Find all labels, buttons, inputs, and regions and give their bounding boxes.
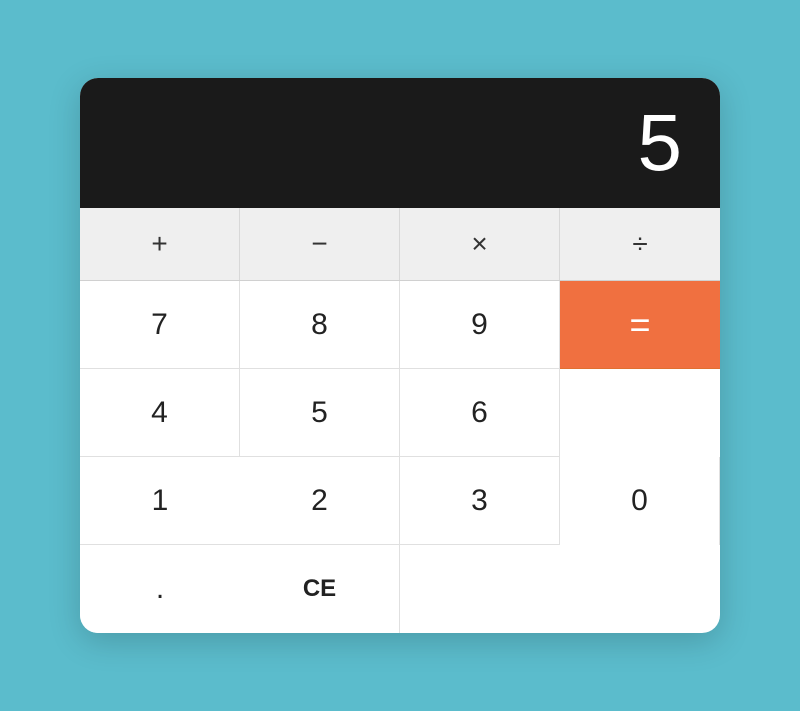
- display-panel: 5: [80, 78, 720, 208]
- ce-button[interactable]: CE: [240, 545, 400, 633]
- operators-row: + − × ÷: [80, 208, 720, 281]
- divide-button[interactable]: ÷: [560, 208, 720, 280]
- seven-button[interactable]: 7: [80, 281, 240, 369]
- calculator: 5 + − × ÷ 7 8 9 = 4: [80, 78, 720, 633]
- five-button[interactable]: 5: [240, 369, 400, 457]
- display-value: 5: [638, 97, 685, 189]
- zero-button[interactable]: 0: [560, 457, 720, 545]
- two-button[interactable]: 2: [240, 457, 400, 545]
- equals-button[interactable]: =: [560, 281, 720, 369]
- one-button[interactable]: 1: [80, 457, 240, 545]
- six-button[interactable]: 6: [400, 369, 560, 457]
- minus-button[interactable]: −: [240, 208, 400, 280]
- four-button[interactable]: 4: [80, 369, 240, 457]
- dot-button[interactable]: .: [80, 545, 240, 633]
- nine-button[interactable]: 9: [400, 281, 560, 369]
- multiply-button[interactable]: ×: [400, 208, 560, 280]
- eight-button[interactable]: 8: [240, 281, 400, 369]
- plus-button[interactable]: +: [80, 208, 240, 280]
- numpad: 7 8 9 = 4 5 6 1 2 3 0: [80, 281, 720, 633]
- three-button[interactable]: 3: [400, 457, 560, 545]
